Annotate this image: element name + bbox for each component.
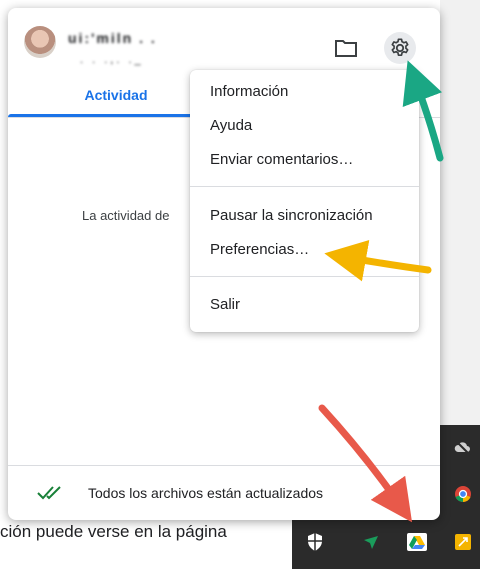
- account-email: . . .,. ._: [80, 54, 144, 66]
- settings-button[interactable]: [384, 32, 416, 64]
- background-page-text: ción puede verse en la página: [0, 522, 227, 541]
- google-drive-icon[interactable]: [406, 531, 428, 553]
- menu-item-quit[interactable]: Salir: [190, 289, 419, 321]
- menu-item-send-feedback[interactable]: Enviar comentarios…: [190, 144, 419, 176]
- background-strip: [440, 0, 480, 425]
- panel-footer: Todos los archivos están actualizados: [8, 466, 440, 520]
- menu-item-information[interactable]: Información: [190, 76, 419, 108]
- account-name: ui:'miln . .: [68, 30, 157, 46]
- folder-icon: [335, 40, 357, 57]
- open-folder-button[interactable]: [330, 32, 362, 64]
- menu-separator: [190, 186, 419, 187]
- cloud-off-icon[interactable]: [452, 437, 474, 459]
- settings-menu: Información Ayuda Enviar comentarios… Pa…: [190, 70, 419, 332]
- app-tile-icon[interactable]: [452, 531, 474, 553]
- menu-item-preferences[interactable]: Preferencias…: [190, 234, 419, 266]
- avatar[interactable]: [24, 26, 56, 58]
- sync-status-text: Todos los archivos están actualizados: [88, 485, 324, 501]
- chrome-icon[interactable]: [452, 483, 474, 505]
- bird-icon[interactable]: [360, 531, 382, 553]
- menu-separator: [190, 276, 419, 277]
- activity-message: La actividad de: [82, 208, 170, 223]
- gear-icon: [391, 38, 409, 56]
- menu-item-pause-sync[interactable]: Pausar la sincronización: [190, 200, 419, 232]
- shield-icon[interactable]: [304, 531, 326, 553]
- menu-item-help[interactable]: Ayuda: [190, 110, 419, 142]
- double-check-icon: [37, 486, 61, 500]
